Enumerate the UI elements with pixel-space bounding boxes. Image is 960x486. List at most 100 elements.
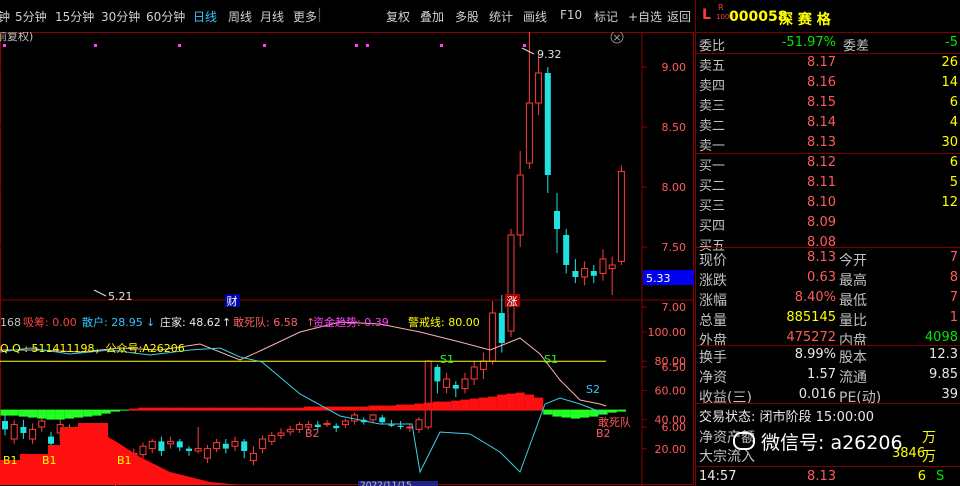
ask-label-2: 卖三 [699,99,726,114]
toolbar-action-6[interactable]: 标记 [594,8,618,25]
bid-label-0: 买一 [699,159,726,174]
toolbar-action-7[interactable]: +自选 [628,8,662,25]
toolbar-action-2[interactable]: 多股 [455,8,479,25]
toolbar-action-8[interactable]: 返回 [667,8,691,25]
tick-vol: 6 [917,469,926,484]
hist-bar-red [534,397,544,411]
main-force-line [0,321,607,407]
hist-bar-red [212,407,222,411]
toolbar-action-4[interactable]: 画线 [523,8,547,25]
bid-label-3: 买四 [699,219,726,234]
toolbar-action-0[interactable]: 复权 [386,8,410,25]
hist-bar-red [368,405,378,411]
ask-label-3: 卖二 [699,119,726,134]
stat-l1-2: 涨幅 [699,293,727,309]
period-tab-3[interactable]: 30分钟 [101,8,140,25]
date-stub: 2022/11/15 [360,481,412,486]
ask-vol-1: 14 [941,75,958,90]
weicha-value: -5 [945,35,958,50]
weibi-value: -51.97% [781,35,836,50]
ind-tick-label: 100.00 [648,326,687,339]
stat2-v2-2: 39 [941,387,958,402]
candle-body-up [139,445,147,456]
price-tick-label: 8.50 [662,121,687,134]
candle-body-up [203,448,211,459]
marker-cai: 财 [227,294,238,308]
tag-s1-b: S1 [544,353,558,366]
candle-body-up [341,420,349,426]
hist-bar-red [166,407,176,411]
stat-l2-0: 今开 [839,253,867,269]
candle-body-down [241,441,248,451]
stat-l2-2: 最低 [839,293,867,309]
hist-bar-green [83,409,93,417]
period-tab-7[interactable]: 月线 [260,8,284,25]
chart-frame [0,32,694,485]
hist-bar-red [129,408,139,411]
signal-dot [523,44,526,47]
ind-item-3: 敢死队: 6.58 [233,315,298,329]
bid-price-1: 8.11 [807,175,836,190]
candle-body-up [29,428,37,440]
candle-body-down [48,436,54,444]
hist-bar-red [405,404,415,411]
tag-b1-c: B1 [42,454,57,467]
hist-bar-green [18,409,28,417]
ind-prefix: 168 [0,316,21,329]
hist-bar-red [313,406,323,411]
bid-vol-2: 12 [941,195,958,210]
period-tab-0[interactable]: 钟 [0,8,10,25]
low-price-arrow [93,289,107,297]
candle-body-up [489,312,497,362]
candle-body-down [176,441,183,448]
ask-price-0: 8.17 [807,55,836,70]
toolbar-action-3[interactable]: 统计 [489,8,513,25]
hist-bar-green [9,409,19,416]
candle-body-up [525,102,533,164]
toolbar-action-5[interactable]: F10 [560,8,582,22]
hist-bar-red [175,407,185,411]
tick-price: 8.13 [807,469,836,484]
stat-v1-1: 0.63 [807,270,836,285]
price-tick-label: 7.00 [662,301,687,314]
period-tab-2[interactable]: 15分钟 [55,8,94,25]
price-tick-label: 9.00 [662,61,687,74]
hist-bar-red [350,406,360,411]
candle-body-down [222,443,229,449]
stat-l1-1: 涨跌 [699,273,727,289]
hist-bar-red [331,406,341,411]
ask-vol-2: 6 [949,95,958,110]
hist-bar-red [524,394,534,411]
stock-name: 深 赛 格 [779,12,831,28]
candle-body-up [479,360,487,370]
hist-bar-green [561,409,571,418]
toolbar-action-1[interactable]: 叠加 [420,8,444,25]
period-tab-5[interactable]: 日线 [193,8,217,25]
ind-arrow-down: ↓ [146,316,155,329]
period-tab-1[interactable]: 5分钟 [15,8,47,25]
hist-bar-red [340,406,350,411]
period-tab-4[interactable]: 60分钟 [146,8,185,25]
candle-body-up [231,440,239,447]
stat-v1-2: 8.40% [794,290,836,305]
candle-body-down [20,427,27,433]
candle-body-down [544,73,551,175]
candle-body-up [259,438,267,450]
candle-body-up [148,440,156,450]
hist-bar-red [497,394,507,411]
bid-vol-1: 5 [949,175,958,190]
hist-bar-red [193,407,203,411]
cursor-price-label: 5.33 [646,272,671,285]
period-tab-6[interactable]: 周线 [228,8,252,25]
candle-body-down [186,448,192,451]
stat-l2-1: 最高 [839,273,867,289]
period-toolbar: 钟 5分钟 15分钟 30分钟 60分钟 日线 周线 月线 更多 复权 叠加 多股 统计 画线 F10 标记 +… [0,0,694,33]
period-tab-8[interactable]: 更多 [293,8,317,25]
ask-label-0: 卖五 [699,59,726,74]
hist-bar-red [138,407,148,411]
hist-bar-green [46,409,56,420]
ask-vol-3: 4 [949,115,958,130]
stat2-l2-2: PE(动) [839,390,882,406]
candle-body-up [295,424,303,430]
hist-bar-green [92,409,102,416]
